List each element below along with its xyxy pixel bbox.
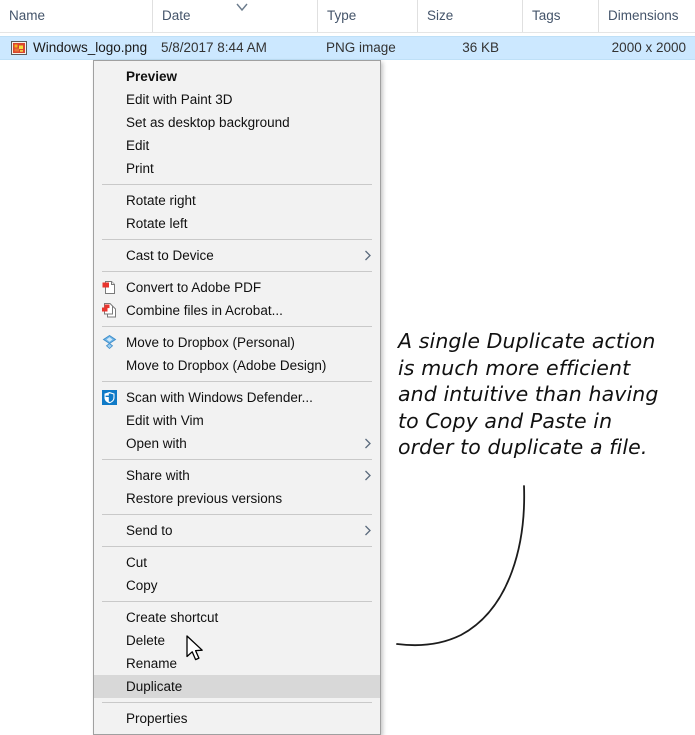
image-file-icon <box>11 41 27 55</box>
column-header-name[interactable]: Name <box>0 0 152 32</box>
menu-item-label: Properties <box>126 711 188 726</box>
menu-separator <box>102 514 372 515</box>
menu-item-label: Rotate right <box>126 193 196 208</box>
menu-item-copy[interactable]: Copy <box>94 574 380 597</box>
menu-item-edit-with-paint-3d[interactable]: Edit with Paint 3D <box>94 88 380 111</box>
menu-item-create-shortcut[interactable]: Create shortcut <box>94 606 380 629</box>
mouse-cursor-icon <box>186 635 203 661</box>
menu-item-move-to-dropbox-personal[interactable]: Move to Dropbox (Personal) <box>94 331 380 354</box>
menu-item-label: Edit with Vim <box>126 413 204 428</box>
menu-item-edit[interactable]: Edit <box>94 134 380 157</box>
menu-item-label: Copy <box>126 578 158 593</box>
cell-tags <box>531 37 598 59</box>
menu-separator <box>102 601 372 602</box>
menu-item-label: Send to <box>126 523 173 538</box>
menu-item-label: Cut <box>126 555 148 570</box>
chevron-right-icon <box>365 470 371 481</box>
cell-type: PNG image <box>326 40 396 55</box>
menu-separator <box>102 546 372 547</box>
menu-item-set-as-desktop-background[interactable]: Set as desktop background <box>94 111 380 134</box>
menu-item-preview[interactable]: Preview <box>94 65 380 88</box>
column-header-tags[interactable]: Tags <box>522 0 598 32</box>
menu-item-label: Rotate left <box>126 216 188 231</box>
menu-item-label: Edit with Paint 3D <box>126 92 233 107</box>
cell-name: Windows_logo.png <box>33 40 148 55</box>
menu-item-label: Set as desktop background <box>126 115 290 130</box>
menu-item-move-to-dropbox-adobe-design[interactable]: Move to Dropbox (Adobe Design) <box>94 354 380 377</box>
menu-item-duplicate[interactable]: Duplicate <box>94 675 380 698</box>
menu-item-scan-with-windows-defender[interactable]: Scan with Windows Defender... <box>94 386 380 409</box>
menu-item-label: Share with <box>126 468 190 483</box>
menu-item-label: Create shortcut <box>126 610 219 625</box>
menu-separator <box>102 239 372 240</box>
windows-defender-icon <box>102 390 117 405</box>
menu-item-restore-previous-versions[interactable]: Restore previous versions <box>94 487 380 510</box>
menu-separator <box>102 702 372 703</box>
menu-item-edit-with-vim[interactable]: Edit with Vim <box>94 409 380 432</box>
menu-item-label: Cast to Device <box>126 248 214 263</box>
annotation-text: A single Duplicate action is much more e… <box>398 329 659 459</box>
menu-item-label: Convert to Adobe PDF <box>126 280 262 295</box>
menu-item-label: Combine files in Acrobat... <box>126 303 283 318</box>
menu-separator <box>102 271 372 272</box>
table-row[interactable]: Windows_logo.png 5/8/2017 8:44 AM PNG im… <box>0 36 695 60</box>
menu-separator <box>102 184 372 185</box>
annotation-curve-line <box>396 485 526 647</box>
menu-item-label: Scan with Windows Defender... <box>126 390 313 405</box>
cell-dimensions: 2000 x 2000 <box>611 40 686 55</box>
menu-item-share-with[interactable]: Share with <box>94 464 380 487</box>
menu-item-label: Open with <box>126 436 187 451</box>
menu-separator <box>102 326 372 327</box>
column-header-size[interactable]: Size <box>417 0 522 32</box>
menu-item-rotate-right[interactable]: Rotate right <box>94 189 380 212</box>
menu-item-rename[interactable]: Rename <box>94 652 380 675</box>
menu-item-label: Print <box>126 161 154 176</box>
menu-item-rotate-left[interactable]: Rotate left <box>94 212 380 235</box>
menu-item-cast-to-device[interactable]: Cast to Device <box>94 244 380 267</box>
menu-item-label: Duplicate <box>126 679 183 694</box>
menu-item-print[interactable]: Print <box>94 157 380 180</box>
menu-item-label: Rename <box>126 656 178 671</box>
menu-item-combine-files-in-acrobat[interactable]: Combine files in Acrobat... <box>94 299 380 322</box>
adobe-combine-icon <box>102 303 116 318</box>
chevron-right-icon <box>365 438 371 449</box>
sort-chevron-down-icon <box>236 3 248 12</box>
explorer-column-header: Name Date Type Size Tags Dimensions <box>0 0 695 33</box>
menu-item-open-with[interactable]: Open with <box>94 432 380 455</box>
menu-item-label: Move to Dropbox (Personal) <box>126 335 295 350</box>
menu-item-label: Preview <box>126 69 178 84</box>
menu-item-label: Delete <box>126 633 166 648</box>
menu-item-label: Restore previous versions <box>126 491 283 506</box>
context-menu[interactable]: Preview Edit with Paint 3D Set as desktop … <box>93 60 381 735</box>
menu-item-cut[interactable]: Cut <box>94 551 380 574</box>
menu-item-label: Move to Dropbox (Adobe Design) <box>126 358 327 373</box>
menu-separator <box>102 381 372 382</box>
column-header-dimensions[interactable]: Dimensions <box>598 0 695 32</box>
menu-item-convert-to-adobe-pdf[interactable]: Convert to Adobe PDF <box>94 276 380 299</box>
menu-item-properties[interactable]: Properties <box>94 707 380 730</box>
column-header-type[interactable]: Type <box>317 0 417 32</box>
dropbox-icon <box>102 334 117 350</box>
chevron-right-icon <box>365 525 371 536</box>
menu-item-label: Edit <box>126 138 150 153</box>
menu-separator <box>102 459 372 460</box>
cell-size: 36 KB <box>462 40 499 55</box>
column-header-date[interactable]: Date <box>152 0 317 32</box>
chevron-right-icon <box>365 250 371 261</box>
cell-date: 5/8/2017 8:44 AM <box>161 40 267 55</box>
menu-item-send-to[interactable]: Send to <box>94 519 380 542</box>
adobe-pdf-icon <box>102 281 115 294</box>
menu-item-delete[interactable]: Delete <box>94 629 380 652</box>
